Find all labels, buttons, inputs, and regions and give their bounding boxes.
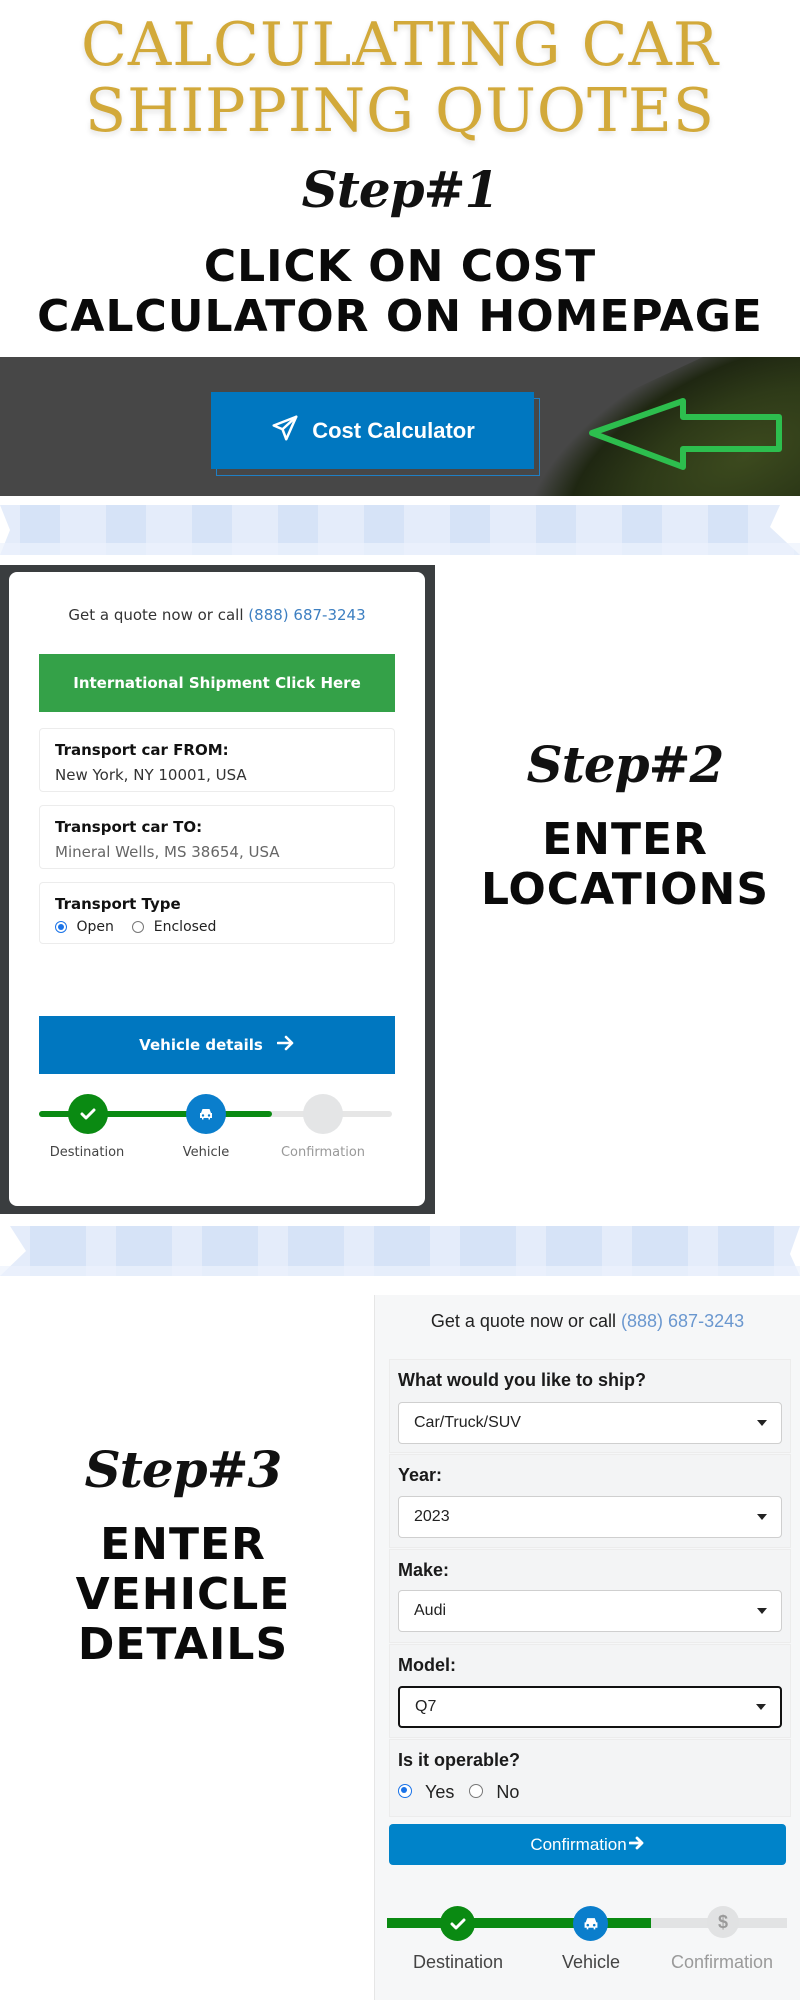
to-input[interactable]: Mineral Wells, MS 38654, USA [55,843,280,861]
confirmation-label: Confirmation [530,1834,627,1854]
ship-type-group: What would you like to ship? Car/Truck/S… [389,1359,791,1453]
progress-label-confirmation: Confirmation [670,1952,774,1972]
cost-calculator-label: Cost Calculator [312,417,475,443]
check-icon [68,1094,108,1134]
location-form-card: Get a quote now or call (888) 687-3243 I… [9,572,425,1206]
car-icon [573,1906,608,1941]
model-select[interactable]: Q7 [398,1686,782,1728]
make-select[interactable]: Audi [398,1590,782,1632]
step3-progress-tracker: $ Destination Vehicle Confirmation [387,1900,787,1990]
progress-label-destination: Destination [49,1145,125,1160]
model-label: Model: [398,1655,456,1675]
open-radio[interactable] [55,921,67,933]
step2-heading-line-2: LOCATIONS [480,864,770,915]
step3-label: Step#3 [84,1440,283,1499]
step2-heading-line-1: ENTER [542,814,708,865]
make-label: Make: [398,1560,450,1580]
check-icon [440,1906,475,1941]
transport-type-options: Open Enclosed [55,919,216,935]
operable-options: Yes No [398,1782,519,1803]
progress-label-confirmation: Confirmation [280,1145,366,1160]
year-group: Year: 2023 [389,1454,791,1548]
chevron-down-icon [757,1420,767,1426]
divider-ribbon-1 [0,505,800,555]
open-label: Open [76,919,114,935]
quote-text: Get a quote now or call [430,1311,616,1331]
from-label: Transport car FROM: [55,741,229,759]
arrow-left-outline-icon [586,395,786,475]
transport-type-field: Transport Type Open Enclosed [39,882,395,944]
chevron-down-icon [757,1608,767,1614]
progress-label-vehicle: Vehicle [182,1145,230,1160]
from-input[interactable]: New York, NY 10001, USA [55,766,247,784]
quote-text: Get a quote now or call [68,606,244,624]
no-label: No [496,1782,520,1802]
step1-heading-line-1: CLICK ON COST [203,241,597,292]
step3-heading-line-2: VEHICLE [75,1569,291,1620]
step1-heading: CLICK ON COST CALCULATOR ON HOMEPAGE [0,242,800,342]
make-group: Make: Audi [389,1549,791,1643]
vehicle-details-label: Vehicle details [139,1036,263,1054]
confirmation-button[interactable]: Confirmation [389,1824,786,1865]
yes-radio[interactable] [398,1784,412,1798]
chevron-down-icon [757,1514,767,1520]
arrow-right-icon [276,1035,295,1055]
to-field[interactable]: Transport car TO: Mineral Wells, MS 3865… [39,805,395,869]
progress-label-destination: Destination [412,1952,504,1972]
ship-type-value: Car/Truck/SUV [414,1414,521,1431]
step1-label: Step#1 [301,160,500,219]
step2-label: Step#2 [526,735,725,794]
make-value: Audi [414,1602,447,1619]
from-field[interactable]: Transport car FROM: New York, NY 10001, … [39,728,395,792]
vehicle-details-button[interactable]: Vehicle details [39,1016,395,1074]
progress-label-vehicle: Vehicle [561,1952,621,1972]
transport-type-label: Transport Type [55,895,181,913]
year-value: 2023 [414,1508,450,1525]
step2-heading: ENTER LOCATIONS [450,815,800,915]
step1-heading-line-2: CALCULATOR ON HOMEPAGE [37,291,763,342]
to-label: Transport car TO: [55,818,203,836]
title-line-2: SHIPPING QUOTES [85,76,715,146]
year-select[interactable]: 2023 [398,1496,782,1538]
model-value: Q7 [415,1698,437,1715]
model-group: Model: Q7 [389,1644,791,1738]
divider-ribbon-2 [0,1226,800,1276]
cost-calculator-button[interactable]: Cost Calculator [211,392,534,469]
page-title: CALCULATING CAR SHIPPING QUOTES [0,12,800,144]
year-label: Year: [398,1465,443,1485]
quote-call-line: Get a quote now or call (888) 687-3243 [375,1311,800,1332]
quote-call-line: Get a quote now or call (888) 687-3243 [9,606,425,624]
step3-heading-line-3: DETAILS [77,1619,289,1670]
title-line-1: CALCULATING CAR [80,10,720,80]
progress-fill [387,1918,651,1928]
international-shipment-button[interactable]: International Shipment Click Here [39,654,395,712]
enclosed-radio[interactable] [132,921,145,933]
dollar-icon: $ [707,1906,739,1938]
ship-type-label: What would you like to ship? [398,1370,646,1390]
phone-link[interactable]: (888) 687-3243 [621,1311,744,1331]
no-radio[interactable] [469,1784,484,1798]
arrow-right-icon [628,1835,645,1855]
confirmation-step-dot [303,1094,343,1134]
paper-plane-icon [270,413,300,449]
operable-label: Is it operable? [398,1750,521,1770]
operable-group: Is it operable? Yes No [389,1739,791,1817]
chevron-down-icon [756,1704,766,1710]
enclosed-label: Enclosed [153,919,217,935]
car-icon [186,1094,226,1134]
step2-progress-tracker: Destination Vehicle Confirmation [39,1092,395,1172]
yes-label: Yes [425,1782,455,1802]
step3-heading: ENTER VEHICLE DETAILS [0,1520,366,1670]
phone-link[interactable]: (888) 687-3243 [248,606,365,624]
step3-heading-line-1: ENTER [100,1519,266,1570]
ship-type-select[interactable]: Car/Truck/SUV [398,1402,782,1444]
vehicle-form-card: Get a quote now or call (888) 687-3243 W… [374,1295,800,2000]
